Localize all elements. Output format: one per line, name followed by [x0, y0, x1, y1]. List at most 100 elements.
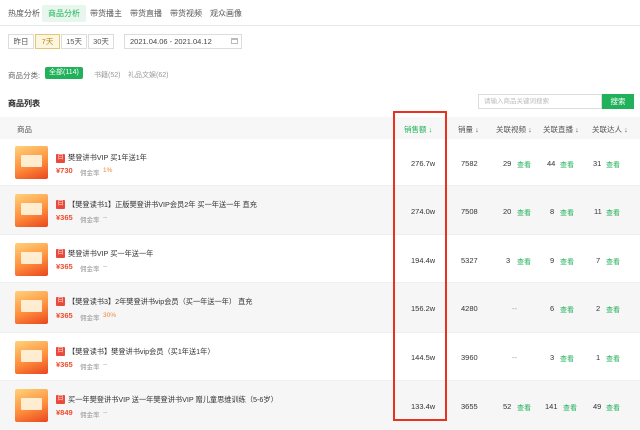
sales-amount: 156.2w: [411, 304, 436, 313]
category-gifts[interactable]: 礼品文娱(62): [128, 70, 168, 80]
view-videos-link[interactable]: 查看: [517, 403, 531, 413]
view-creators-link[interactable]: 查看: [606, 208, 620, 218]
sales-volume: 4280: [461, 304, 478, 313]
calendar-icon: [231, 38, 238, 44]
product-name[interactable]: 樊登讲书VIP 买一年送一年: [68, 249, 153, 259]
sales-amount: 133.4w: [411, 402, 436, 411]
view-videos-link[interactable]: 查看: [517, 208, 531, 218]
product-thumbnail[interactable]: [15, 341, 48, 374]
product-thumbnail[interactable]: [15, 243, 48, 276]
related-videos-count: --: [512, 353, 517, 362]
view-creators-link[interactable]: 查看: [606, 403, 620, 413]
product-name[interactable]: 买一年樊登讲书VIP 送一年樊登讲书VIP 赠儿童思维训练（5-6岁）: [68, 395, 278, 405]
day-filter-7d[interactable]: 7天: [35, 34, 60, 49]
view-lives-link[interactable]: 查看: [560, 160, 574, 170]
product-name[interactable]: 【樊登读书】樊登讲书vip会员（买1年送1年）: [68, 347, 215, 357]
day-filter-15d[interactable]: 15天: [61, 34, 87, 49]
table-row[interactable]: 日 樊登讲书VIP 买一年送一年 ¥365 佣金率 -- 194.4w 5327…: [0, 235, 640, 283]
product-thumbnail[interactable]: [15, 291, 48, 324]
view-creators-link[interactable]: 查看: [606, 160, 620, 170]
table-row[interactable]: 日 樊登讲书VIP 买1年送1年 ¥730 佣金率 1% 276.7w 7582…: [0, 139, 640, 186]
shop-tag-icon: 日: [56, 395, 65, 404]
view-lives-link[interactable]: 查看: [563, 403, 577, 413]
related-lives-count: 44: [547, 159, 556, 168]
category-books[interactable]: 书籍(52): [94, 70, 120, 80]
related-creators-count: 2: [596, 304, 601, 313]
table-row[interactable]: 日 【樊登读书3】2年樊登讲书vip会员（买一年送一年） 直充 ¥365 佣金率…: [0, 283, 640, 333]
product-price: ¥730: [56, 166, 73, 175]
view-creators-link[interactable]: 查看: [606, 305, 620, 315]
commission-value: --: [103, 263, 108, 270]
commission-value: 1%: [103, 167, 113, 174]
product-price: ¥365: [56, 311, 73, 320]
category-label: 商品分类:: [8, 71, 41, 80]
commission-value: 30%: [103, 312, 117, 319]
related-lives-count: 9: [550, 256, 555, 265]
related-creators-count: 11: [594, 207, 602, 216]
view-videos-link[interactable]: 查看: [517, 257, 531, 267]
product-name[interactable]: 【樊登读书3】2年樊登讲书vip会员（买一年送一年） 直充: [68, 297, 253, 307]
col-product: 商品: [17, 125, 32, 134]
day-filter-yesterday[interactable]: 昨日: [8, 34, 34, 49]
related-lives-count: 6: [550, 304, 555, 313]
date-range-picker[interactable]: 2021.04.06 - 2021.04.12: [124, 34, 242, 49]
sales-volume: 3960: [461, 353, 478, 362]
product-thumbnail[interactable]: [15, 146, 48, 179]
top-tab-bar: 热度分析 商品分析 带货播主 带货直播 带货视频 观众画像: [0, 0, 640, 26]
related-creators-count: 31: [593, 159, 602, 168]
view-lives-link[interactable]: 查看: [560, 305, 574, 315]
product-thumbnail[interactable]: [15, 389, 48, 422]
commission-label: 佣金率: [80, 315, 100, 322]
col-related-creators[interactable]: 关联达人 ↓: [592, 124, 628, 135]
tab-product-analysis[interactable]: 商品分析: [42, 5, 86, 22]
commission-label: 佣金率: [80, 412, 100, 419]
related-videos-count: 20: [503, 207, 512, 216]
table-row[interactable]: 日 【樊登读书1】正版樊登讲书VIP会员2年 买一年送一年 直充 ¥365 佣金…: [0, 186, 640, 235]
tab-heat-analysis[interactable]: 热度分析: [8, 8, 40, 19]
table-row[interactable]: 日 【樊登读书】樊登讲书vip会员（买1年送1年） ¥365 佣金率 -- 14…: [0, 333, 640, 381]
commission-label: 佣金率: [80, 266, 100, 273]
view-videos-link[interactable]: 查看: [517, 160, 531, 170]
sales-volume: 5327: [461, 256, 478, 265]
related-lives-count: 141: [545, 402, 558, 411]
search-button[interactable]: 搜索: [602, 94, 634, 109]
sales-amount: 274.0w: [411, 207, 436, 216]
sales-volume: 7582: [461, 159, 478, 168]
product-name[interactable]: 樊登讲书VIP 买1年送1年: [68, 153, 147, 163]
tab-selling-hosts[interactable]: 带货播主: [90, 8, 122, 19]
tab-selling-live[interactable]: 带货直播: [130, 8, 162, 19]
date-range-text: 2021.04.06 - 2021.04.12: [130, 37, 212, 46]
product-list-title: 商品列表: [8, 99, 40, 108]
shop-tag-icon: 日: [56, 297, 65, 306]
related-videos-count: 3: [506, 256, 511, 265]
product-name[interactable]: 【樊登读书1】正版樊登讲书VIP会员2年 买一年送一年 直充: [68, 200, 257, 210]
category-all[interactable]: 全部(114): [45, 67, 83, 79]
product-price: ¥365: [56, 360, 73, 369]
tab-audience-profile[interactable]: 观众画像: [210, 8, 242, 19]
view-lives-link[interactable]: 查看: [560, 354, 574, 364]
product-search-input[interactable]: 请输入商品关键词搜索: [478, 94, 602, 109]
col-sales-volume[interactable]: 销量 ↓: [458, 124, 479, 135]
related-creators-count: 7: [596, 256, 601, 265]
related-videos-count: --: [512, 304, 517, 313]
col-related-lives[interactable]: 关联直播 ↓: [543, 124, 579, 135]
tab-selling-video[interactable]: 带货视频: [170, 8, 202, 19]
view-lives-link[interactable]: 查看: [560, 257, 574, 267]
product-thumbnail[interactable]: [15, 194, 48, 227]
shop-tag-icon: 日: [56, 347, 65, 356]
col-related-videos[interactable]: 关联视频 ↓: [496, 124, 532, 135]
view-creators-link[interactable]: 查看: [606, 257, 620, 267]
view-lives-link[interactable]: 查看: [560, 208, 574, 218]
table-row[interactable]: 日 买一年樊登讲书VIP 送一年樊登讲书VIP 赠儿童思维训练（5-6岁） ¥8…: [0, 381, 640, 430]
related-videos-count: 52: [503, 402, 512, 411]
sales-amount: 276.7w: [411, 159, 436, 168]
view-creators-link[interactable]: 查看: [606, 354, 620, 364]
related-videos-count: 29: [503, 159, 512, 168]
shop-tag-icon: 日: [56, 154, 65, 163]
commission-value: --: [103, 409, 108, 416]
day-filter-30d[interactable]: 30天: [88, 34, 114, 49]
commission-label: 佣金率: [80, 217, 100, 224]
col-sales-amount[interactable]: 销售额 ↓: [404, 124, 432, 135]
product-price: ¥849: [56, 408, 73, 417]
product-price: ¥365: [56, 262, 73, 271]
